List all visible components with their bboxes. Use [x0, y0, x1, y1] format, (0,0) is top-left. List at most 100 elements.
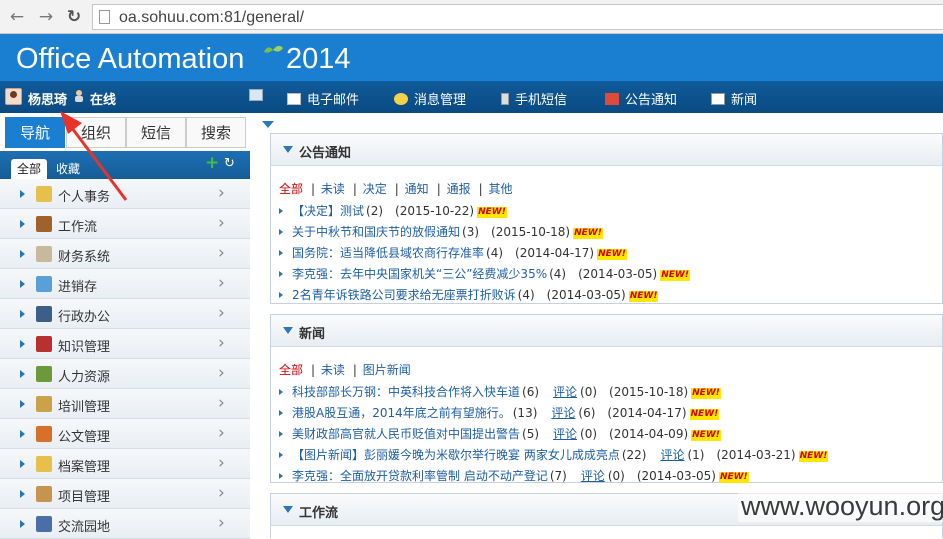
notice-filter-other[interactable]: 其他 — [488, 182, 512, 196]
chevron-right-icon: › — [218, 483, 225, 503]
comment-link[interactable]: 评论 — [551, 406, 575, 420]
news-date: (2014-04-09) — [609, 427, 689, 441]
news-filter-picture[interactable]: 图片新闻 — [363, 363, 411, 377]
add-icon[interactable]: + — [205, 155, 219, 172]
sidebar-item[interactable]: 公文管理 › — [0, 419, 250, 449]
new-badge: NEW! — [573, 228, 603, 239]
new-badge: NEW! — [628, 291, 659, 302]
sidebar-item[interactable]: 知识管理 › — [0, 329, 250, 359]
leaf-icon — [264, 45, 283, 53]
news-date: (2015-10-18) — [609, 385, 689, 399]
top-nav-sms[interactable]: 手机短信 — [501, 89, 567, 108]
subtab-favorites[interactable]: 收藏 — [50, 159, 86, 179]
notice-filter-notice[interactable]: 通知 — [405, 182, 429, 196]
comment-link[interactable]: 评论 — [581, 469, 605, 483]
user-name[interactable]: 杨思琦 — [28, 89, 67, 108]
calendar-icon — [36, 186, 52, 202]
news-panel: 新闻 全部 | 未读 | 图片新闻 科技部部长万钢：中英科技合作将入快车道 (6) 评论… — [270, 314, 943, 483]
notice-item: 2名青年诉铁路公司要求给无座票打折败诉 (4) (2014-03-05) NEW! — [279, 285, 939, 306]
expand-icon — [20, 370, 25, 378]
read-count: (7) — [549, 469, 567, 483]
news-item: 港股A股互通，2014年底之前有望施行。 (13) 评论 (6) (2014-04-17… — [279, 403, 939, 424]
subtab-all[interactable]: 全部 — [11, 159, 48, 179]
collapse-icon[interactable] — [283, 506, 293, 513]
comment-link[interactable]: 评论 — [553, 385, 577, 399]
news-panel-header: 新闻 — [271, 315, 942, 347]
news-date: (2014-04-17) — [607, 406, 687, 420]
news-filter-all[interactable]: 全部 — [279, 363, 303, 377]
notice-filter-all[interactable]: 全部 — [279, 182, 303, 196]
user-status[interactable]: 在线 — [90, 89, 116, 108]
collapse-icon[interactable] — [283, 327, 293, 334]
refresh-icon[interactable]: ↻ — [224, 157, 235, 171]
news-filter-unread[interactable]: 未读 — [321, 363, 345, 377]
back-icon[interactable]: ← — [6, 6, 28, 28]
news-title[interactable]: 李克强：全面放开贷款利率管制 启动不动产登记 — [292, 469, 548, 483]
notice-title[interactable]: 关于中秋节和国庆节的放假通知 — [292, 225, 460, 239]
megaphone-icon — [605, 93, 619, 105]
notice-filters: 全部 | 未读 | 决定 | 通知 | 通报 | 其他 — [279, 182, 513, 196]
collapse-icon[interactable] — [283, 146, 293, 153]
sidebar-item-label: 项目管理 — [58, 490, 111, 505]
reload-icon[interactable]: ↻ — [63, 6, 85, 28]
notice-title[interactable]: 李克强：去年中央国家机关“三公”经费减少35% — [292, 267, 547, 281]
desktop-icon[interactable] — [249, 89, 269, 104]
sidebar-item-label: 财务系统 — [58, 250, 111, 265]
new-badge: NEW! — [689, 409, 720, 420]
news-item: 【图片新闻】彭丽媛今晚为米歇尔举行晚宴 两家女儿成成亮点 (22) 评论 (1) (20… — [279, 445, 939, 466]
chevron-right-icon: › — [218, 363, 225, 383]
bullet-icon — [279, 229, 283, 235]
top-nav-notice[interactable]: 公告通知 — [605, 89, 677, 108]
read-count: (22) — [621, 448, 647, 462]
news-title[interactable]: 【图片新闻】彭丽媛今晚为米歇尔举行晚宴 两家女儿成成亮点 — [292, 448, 620, 462]
expand-icon — [20, 250, 25, 258]
chevron-right-icon: › — [218, 513, 225, 533]
sidebar-item-label: 人力资源 — [58, 370, 111, 385]
bullet-icon — [279, 389, 283, 395]
comment-link[interactable]: 评论 — [553, 427, 577, 441]
new-badge: NEW! — [597, 249, 627, 260]
new-badge: NEW! — [691, 430, 721, 441]
news-panel-title: 新闻 — [299, 327, 326, 342]
tab-navigation[interactable]: 导航 — [5, 117, 65, 148]
sidebar-item[interactable]: 个人事务 › — [0, 179, 250, 209]
comment-link[interactable]: 评论 — [660, 448, 684, 462]
collapse-toggle-icon[interactable] — [262, 121, 274, 128]
sidebar-item[interactable]: 项目管理 › — [0, 479, 250, 509]
briefcase-icon — [36, 216, 52, 232]
notice-title[interactable]: 2名青年诉铁路公司要求给无座票打折败诉 — [292, 288, 516, 302]
sidebar-item[interactable]: 交流园地 › — [0, 509, 250, 539]
sidebar-item[interactable]: 人力资源 › — [0, 359, 250, 389]
forward-icon[interactable]: → — [35, 6, 57, 28]
new-badge: NEW! — [660, 270, 690, 281]
sidebar-item[interactable]: 行政办公 › — [0, 299, 250, 329]
bullet-icon — [279, 271, 283, 277]
address-bar[interactable]: oa.sohuu.com:81/general/ — [92, 4, 943, 30]
chevron-right-icon: › — [218, 213, 225, 233]
bullet-icon — [279, 410, 283, 416]
notice-filter-decision[interactable]: 决定 — [363, 182, 387, 196]
notice-title[interactable]: 国务院：适当降低县域农商行存准率 — [292, 246, 484, 260]
tab-organization[interactable]: 组织 — [66, 117, 126, 148]
sidebar-item[interactable]: 档案管理 › — [0, 449, 250, 479]
sidebar-item[interactable]: 工作流 › — [0, 209, 250, 239]
top-nav-mail[interactable]: 电子邮件 — [287, 89, 359, 108]
news-title[interactable]: 美财政部高官就人民币贬值对中国提出警告 — [292, 427, 520, 441]
tab-search[interactable]: 搜索 — [186, 117, 246, 148]
sidebar-item[interactable]: 财务系统 › — [0, 239, 250, 269]
notice-item: 【决定】测试 (2) (2015-10-22) NEW! — [279, 201, 939, 222]
tab-sms[interactable]: 短信 — [126, 117, 186, 148]
notice-title[interactable]: 【决定】测试 — [292, 204, 364, 218]
notice-filter-bulletin[interactable]: 通报 — [447, 182, 471, 196]
folder-icon — [36, 456, 52, 472]
sidebar-item[interactable]: 进销存 › — [0, 269, 250, 299]
top-nav-message[interactable]: 消息管理 — [394, 89, 466, 108]
news-title[interactable]: 科技部部长万钢：中英科技合作将入快车道 — [292, 385, 520, 399]
notice-panel: 公告通知 全部 | 未读 | 决定 | 通知 | 通报 | 其他 【决定】测试 (2) (20… — [270, 133, 943, 304]
news-title[interactable]: 港股A股互通，2014年底之前有望施行。 — [292, 406, 511, 420]
top-nav-news[interactable]: 新闻 — [711, 89, 757, 108]
sidebar-item-label: 档案管理 — [58, 460, 111, 475]
sidebar-item[interactable]: 培训管理 › — [0, 389, 250, 419]
notice-filter-unread[interactable]: 未读 — [321, 182, 345, 196]
chevron-right-icon: › — [218, 273, 225, 293]
